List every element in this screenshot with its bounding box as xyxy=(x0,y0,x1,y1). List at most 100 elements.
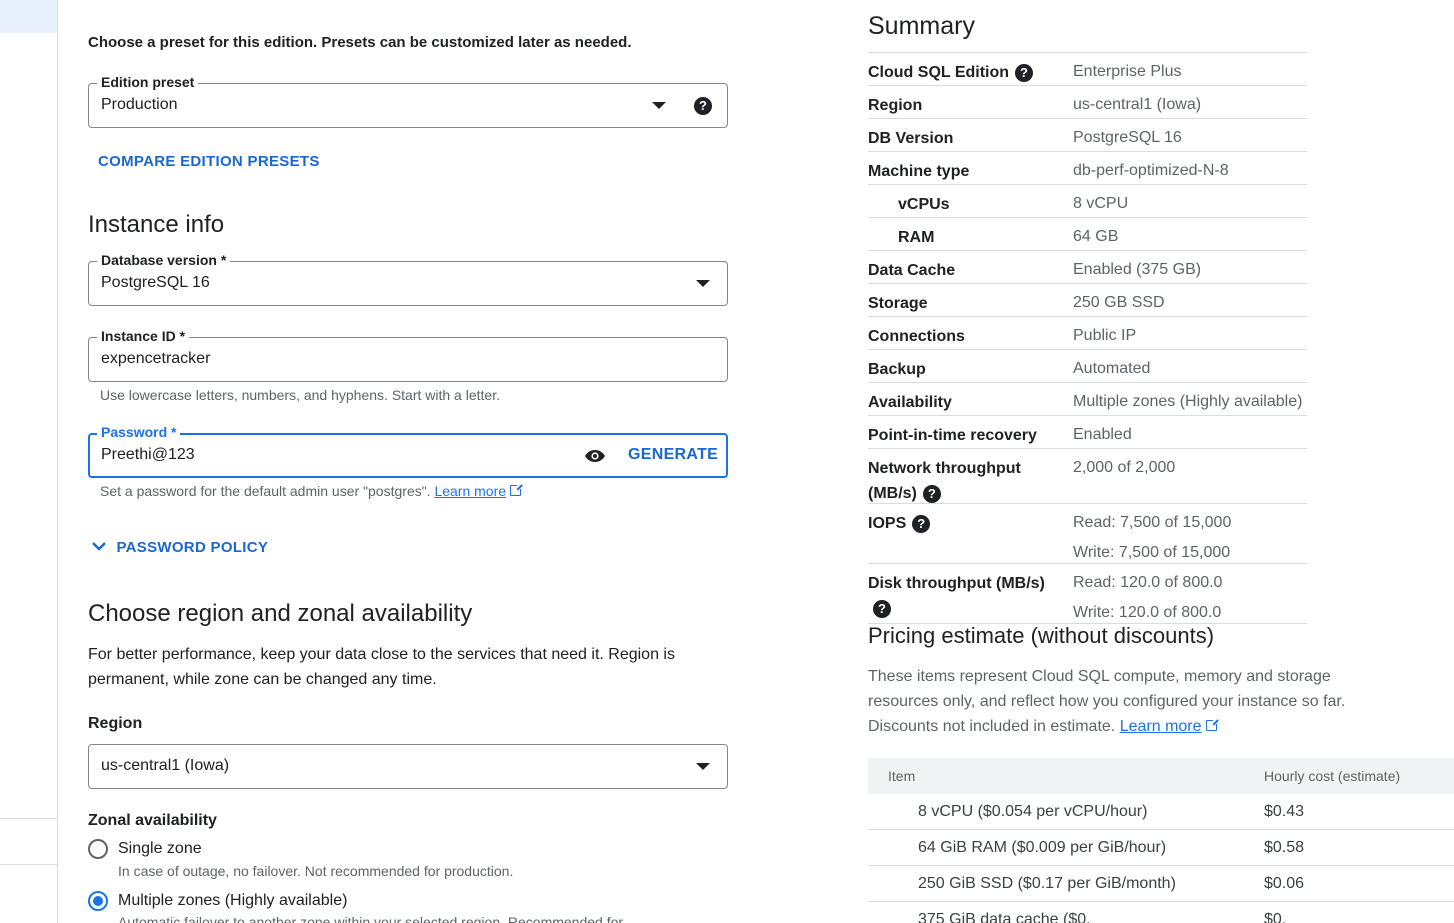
single-zone-label[interactable]: Single zone xyxy=(118,840,202,858)
region-label: Region xyxy=(88,715,143,732)
learn-more-link[interactable]: Learn more xyxy=(1120,718,1202,735)
nav-selected-item[interactable] xyxy=(0,0,57,33)
summary-value: Multiple zones (Highly available) xyxy=(1073,393,1303,410)
pricing-cost: $0. xyxy=(1264,910,1287,923)
password-label: Password * xyxy=(97,424,181,440)
summary-heading: Summary xyxy=(868,12,975,40)
pricing-table: Item Hourly cost (estimate) 8 vCPU ($0.0… xyxy=(868,758,1454,923)
summary-value: 8 vCPU xyxy=(1073,195,1129,212)
help-icon[interactable]: ? xyxy=(1015,63,1034,82)
summary-key: Disk throughput (MB/s) xyxy=(868,575,1045,592)
summary-key: Point-in-time recovery xyxy=(868,427,1037,444)
summary-key: Connections xyxy=(868,328,965,345)
summary-value: Enabled xyxy=(1073,426,1132,443)
instance-id-field[interactable]: Instance ID * expencetracker xyxy=(88,328,728,382)
nav-divider xyxy=(0,864,57,865)
zonal-availability-label: Zonal availability xyxy=(88,812,217,829)
preset-intro-text: Choose a preset for this edition. Preset… xyxy=(88,34,632,51)
summary-value: 2,000 of 2,000 xyxy=(1073,459,1176,476)
instance-id-hint: Use lowercase letters, numbers, and hyph… xyxy=(100,387,500,403)
summary-value: 64 GB xyxy=(1073,228,1119,245)
region-value: us-central1 (Iowa) xyxy=(101,757,230,774)
password-value[interactable]: Preethi@123 xyxy=(101,446,195,464)
nav-divider xyxy=(0,818,57,819)
chevron-down-icon[interactable] xyxy=(652,102,666,109)
pricing-item: 64 GiB RAM ($0.009 per GiB/hour) xyxy=(918,838,1167,856)
external-link-icon[interactable] xyxy=(1205,718,1219,731)
pricing-item: 250 GiB SSD ($0.17 per GiB/month) xyxy=(918,874,1176,892)
summary-row: Cloud SQL Edition? Enterprise Plus xyxy=(868,53,1307,86)
summary-value: Public IP xyxy=(1073,327,1137,344)
summary-key: DB Version xyxy=(868,130,954,147)
column-header-cost: Hourly cost (estimate) xyxy=(1264,768,1401,784)
multiple-zones-hint: Automatic failover to another zone withi… xyxy=(118,914,624,923)
summary-value: us-central1 (Iowa) xyxy=(1073,96,1202,113)
database-version-select[interactable]: Database version * PostgreSQL 16 xyxy=(88,252,728,306)
edition-preset-value: Production xyxy=(101,96,178,113)
summary-value: 250 GB SSD xyxy=(1073,294,1165,311)
summary-row: vCPUs 8 vCPU xyxy=(868,185,1307,218)
instance-id-label: Instance ID * xyxy=(97,328,190,344)
single-zone-hint: In case of outage, no failover. Not reco… xyxy=(118,863,514,879)
summary-table: Cloud SQL Edition? Enterprise Plus Regio… xyxy=(868,52,1307,624)
help-icon[interactable]: ? xyxy=(694,97,712,115)
pricing-item: 375 GiB data cache ($0. xyxy=(918,910,1091,923)
region-select[interactable]: us-central1 (Iowa) xyxy=(88,744,728,789)
learn-more-link[interactable]: Learn more xyxy=(434,483,506,499)
summary-key: RAM xyxy=(898,229,935,246)
password-hint: Set a password for the default admin use… xyxy=(100,483,524,499)
instance-info-heading: Instance info xyxy=(88,211,225,238)
summary-row: Point-in-time recovery Enabled xyxy=(868,416,1307,449)
summary-row: IOPS? Read: 7,500 of 15,000 Write: 7,500… xyxy=(868,504,1307,564)
edition-preset-select[interactable]: Edition preset Production ? xyxy=(88,74,728,128)
password-field[interactable]: Password * Preethi@123 GENERATE xyxy=(88,424,728,478)
summary-key: Machine type xyxy=(868,163,970,180)
help-icon[interactable]: ? xyxy=(912,514,931,533)
chevron-down-icon[interactable] xyxy=(696,280,710,287)
summary-key: Data Cache xyxy=(868,262,956,279)
summary-value: Read: 120.0 of 800.0 xyxy=(1073,574,1223,591)
database-version-label: Database version * xyxy=(97,252,231,268)
pricing-description: These items represent Cloud SQL compute,… xyxy=(868,664,1348,739)
table-row: 250 GiB SSD ($0.17 per GiB/month) $0.06 xyxy=(868,866,1454,902)
summary-value: Automated xyxy=(1073,360,1151,377)
pricing-table-header: Item Hourly cost (estimate) xyxy=(868,758,1454,794)
summary-key: Availability xyxy=(868,394,952,411)
pricing-heading: Pricing estimate (without discounts) xyxy=(868,623,1215,648)
summary-row: DB Version PostgreSQL 16 xyxy=(868,119,1307,152)
chevron-down-icon xyxy=(92,542,106,551)
summary-key: IOPS xyxy=(868,515,907,532)
summary-row: Availability Multiple zones (Highly avai… xyxy=(868,383,1307,416)
password-policy-toggle[interactable]: PASSWORD POLICY xyxy=(90,537,268,557)
password-policy-label: PASSWORD POLICY xyxy=(116,539,269,556)
eye-icon[interactable] xyxy=(584,447,606,470)
single-zone-radio[interactable] xyxy=(88,839,108,859)
summary-key: vCPUs xyxy=(898,196,950,213)
edition-preset-label: Edition preset xyxy=(97,74,199,90)
summary-row: Disk throughput (MB/s) ? Read: 120.0 of … xyxy=(868,564,1307,624)
summary-key: Storage xyxy=(868,295,928,312)
compare-edition-presets-button[interactable]: COMPARE EDITION PRESETS xyxy=(98,153,320,170)
table-row: 8 vCPU ($0.054 per vCPU/hour) $0.43 xyxy=(868,794,1454,830)
instance-id-value[interactable]: expencetracker xyxy=(101,350,210,368)
summary-value: PostgreSQL 16 xyxy=(1073,129,1182,146)
summary-row: Backup Automated xyxy=(868,350,1307,383)
pricing-cost: $0.58 xyxy=(1264,838,1305,856)
summary-row: Data Cache Enabled (375 GB) xyxy=(868,251,1307,284)
column-header-item: Item xyxy=(888,768,916,784)
summary-key: Region xyxy=(868,97,923,114)
summary-key: Network throughput xyxy=(868,460,1021,477)
chevron-down-icon[interactable] xyxy=(696,763,710,770)
summary-key: Backup xyxy=(868,361,926,378)
summary-row: RAM 64 GB xyxy=(868,218,1307,251)
help-icon[interactable]: ? xyxy=(873,599,891,618)
summary-row: Region us-central1 (Iowa) xyxy=(868,86,1307,119)
multiple-zones-label[interactable]: Multiple zones (Highly available) xyxy=(118,892,347,910)
summary-value: db-perf-optimized-N-8 xyxy=(1073,162,1229,179)
table-row: 64 GiB RAM ($0.009 per GiB/hour) $0.58 xyxy=(868,830,1454,866)
multiple-zones-radio[interactable] xyxy=(88,891,108,911)
generate-password-button[interactable]: GENERATE xyxy=(628,446,718,464)
external-link-icon[interactable] xyxy=(510,483,524,496)
help-icon[interactable]: ? xyxy=(922,484,941,503)
pricing-cost: $0.43 xyxy=(1264,802,1305,820)
